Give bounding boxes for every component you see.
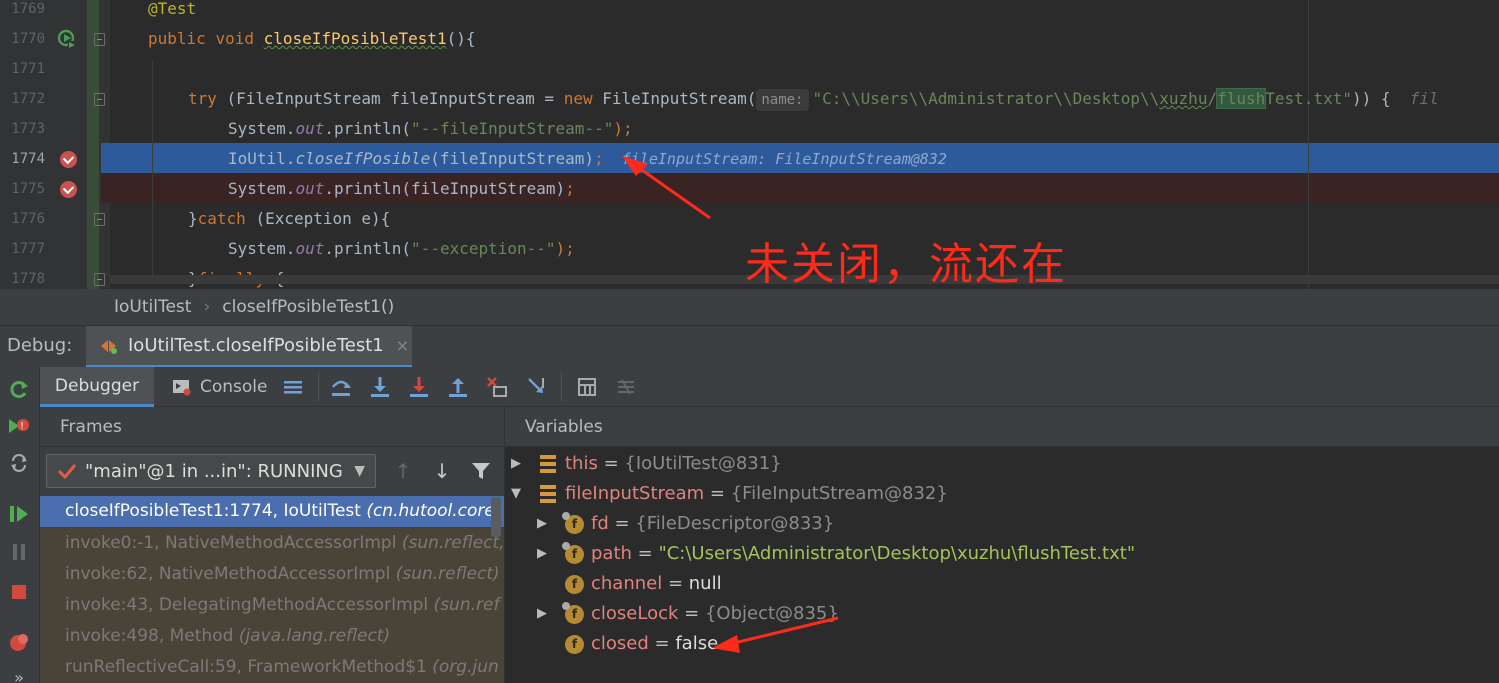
console-icon: [173, 380, 191, 396]
frame-method: invoke0:-1, NativeMethodAccessorImpl: [65, 533, 402, 553]
force-step-into-icon[interactable]: [407, 375, 431, 399]
frame-row[interactable]: closeIfPosibleTest1:1774, IoUtilTest (cn…: [40, 496, 504, 527]
frame-package: (org.jun: [432, 657, 499, 677]
frame-row[interactable]: invoke0:-1, NativeMethodAccessorImpl (su…: [40, 528, 505, 559]
tab-console[interactable]: Console: [172, 367, 268, 407]
frame-package: (sun.ref: [433, 595, 500, 615]
frame-row[interactable]: invoke:62, NativeMethodAccessorImpl (sun…: [40, 559, 504, 590]
breadcrumb: IoUtilTest › closeIfPosibleTest1(): [0, 289, 1499, 325]
chevron-down-icon: ▼: [354, 463, 365, 479]
frame-package: (java.lang.reflect): [238, 626, 391, 646]
annotation-arrow-bottom: [712, 616, 839, 653]
rerun-icon[interactable]: [7, 377, 31, 401]
frame-method: invoke:62, NativeMethodAccessorImpl: [65, 564, 396, 584]
filter-icon[interactable]: [469, 459, 493, 483]
frame-row[interactable]: invoke:43, DelegatingMethodAccessorImpl …: [40, 590, 504, 621]
next-frame-icon[interactable]: ↓: [430, 459, 454, 483]
step-into-icon[interactable]: [368, 375, 392, 399]
frames-panel: Frames "main"@1 in ...in": RUNNING ▼ ↑ ↓…: [40, 407, 505, 683]
run-to-cursor-icon[interactable]: [525, 375, 549, 399]
debug-session-tab[interactable]: IoUtilTest.closeIfPosibleTest1 ×: [86, 326, 412, 368]
variables-panel: Variables ▶ this = {IoUtilTest@831} ▼ fi…: [505, 407, 1499, 683]
stop-icon[interactable]: [7, 580, 31, 604]
debug-side-toolbar: ! »: [0, 367, 40, 683]
pause-program-icon[interactable]: [7, 540, 31, 564]
tab-debugger[interactable]: Debugger: [40, 367, 154, 407]
view-breakpoints-icon[interactable]: [7, 630, 31, 654]
resume-program-icon[interactable]: [7, 502, 31, 526]
toolbar-separator: [318, 373, 319, 401]
step-over-icon[interactable]: [329, 375, 353, 399]
drop-frame-icon[interactable]: [485, 375, 509, 399]
junit-run-icon: [101, 339, 117, 354]
trace-current-stream-icon[interactable]: [614, 375, 638, 399]
toggle-auto-test-icon[interactable]: [7, 451, 31, 475]
frame-row[interactable]: invoke:498, Method (java.lang.reflect): [40, 621, 504, 652]
frame-method: runReflectiveCall:59, FrameworkMethod$1: [65, 657, 433, 677]
rerun-failed-tests-icon[interactable]: !: [7, 414, 31, 438]
breadcrumb-separator-icon: ›: [203, 297, 211, 317]
close-icon[interactable]: ×: [396, 336, 409, 355]
step-out-icon[interactable]: [446, 375, 470, 399]
frame-package: (cn.hutool.core.: [366, 501, 501, 521]
frame-package: (sun.reflect,: [401, 533, 505, 553]
check-icon: [57, 464, 77, 479]
debugger-toolbar: Debugger Console: [40, 367, 1499, 407]
breadcrumb-class[interactable]: IoUtilTest: [114, 297, 191, 317]
thread-select[interactable]: "main"@1 in ...in": RUNNING ▼: [46, 454, 376, 488]
breadcrumb-method[interactable]: closeIfPosibleTest1(): [222, 297, 394, 317]
debug-tool-window-header: Debug: IoUtilTest.closeIfPosibleTest1 ×: [0, 325, 1499, 368]
tab-console-label: Console: [200, 377, 268, 397]
frame-method: closeIfPosibleTest1:1774, IoUtilTest: [65, 501, 367, 521]
frames-scrollbar[interactable]: [491, 497, 501, 537]
thread-select-value: "main"@1 in ...in": RUNNING: [85, 460, 343, 482]
frame-row[interactable]: runReflectiveCall:59, FrameworkMethod$1 …: [40, 652, 504, 683]
frame-package: (sun.reflect): [395, 564, 500, 584]
previous-frame-icon[interactable]: ↑: [391, 459, 415, 483]
toolbar-separator: [561, 373, 562, 401]
frame-method: invoke:43, DelegatingMethodAccessorImpl: [65, 595, 434, 615]
frames-header: Frames: [40, 407, 504, 447]
debug-session-title: IoUtilTest.closeIfPosibleTest1: [128, 335, 384, 356]
more-actions-icon[interactable]: »: [7, 665, 31, 683]
evaluate-expression-icon[interactable]: [575, 375, 599, 399]
debug-label: Debug:: [7, 335, 73, 356]
frame-method: invoke:498, Method: [65, 626, 239, 646]
menu-lines-icon[interactable]: [281, 375, 305, 399]
annotation-text: 未关闭，流还在: [745, 239, 1067, 290]
svg-text:!: !: [20, 421, 24, 432]
